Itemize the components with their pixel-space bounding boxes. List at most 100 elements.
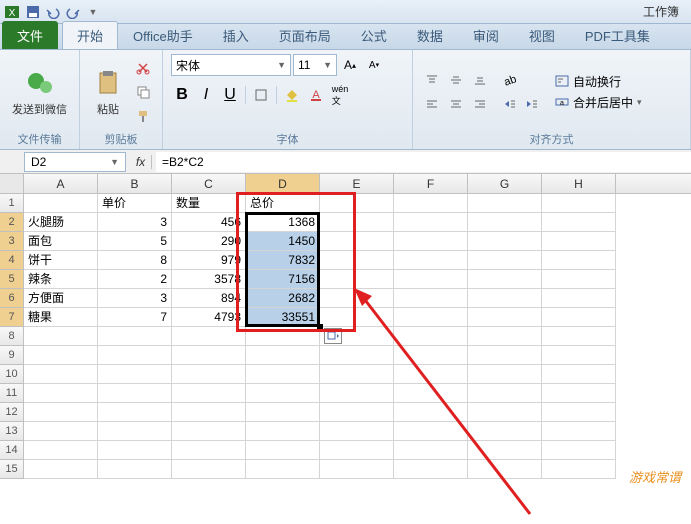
row-header[interactable]: 5 <box>0 270 24 289</box>
cell[interactable] <box>98 346 172 365</box>
cell[interactable] <box>394 308 468 327</box>
cell[interactable]: 饼干 <box>24 251 98 270</box>
select-all-corner[interactable] <box>0 174 24 193</box>
cell[interactable] <box>542 270 616 289</box>
row-header[interactable]: 15 <box>0 460 24 479</box>
col-header-h[interactable]: H <box>542 174 616 193</box>
cell[interactable]: 7156 <box>246 270 320 289</box>
row-header[interactable]: 14 <box>0 441 24 460</box>
cell[interactable]: 方便面 <box>24 289 98 308</box>
cell[interactable] <box>468 308 542 327</box>
col-header-g[interactable]: G <box>468 174 542 193</box>
col-header-e[interactable]: E <box>320 174 394 193</box>
cell[interactable] <box>172 460 246 479</box>
font-size-select[interactable]: 11▼ <box>293 54 337 76</box>
cell[interactable] <box>542 460 616 479</box>
cell[interactable] <box>24 441 98 460</box>
cell[interactable] <box>24 327 98 346</box>
cell[interactable] <box>24 194 98 213</box>
cell[interactable]: 5 <box>98 232 172 251</box>
name-box[interactable]: D2▼ <box>24 152 126 172</box>
fill-color-icon[interactable] <box>281 84 303 106</box>
cell[interactable] <box>24 460 98 479</box>
col-header-d[interactable]: D <box>246 174 320 193</box>
cell[interactable]: 糖果 <box>24 308 98 327</box>
cell[interactable] <box>468 441 542 460</box>
qat-dropdown-icon[interactable]: ▼ <box>84 3 102 21</box>
cell[interactable] <box>24 403 98 422</box>
row-header[interactable]: 12 <box>0 403 24 422</box>
cell[interactable]: 894 <box>172 289 246 308</box>
col-header-f[interactable]: F <box>394 174 468 193</box>
cell[interactable]: 979 <box>172 251 246 270</box>
cell[interactable] <box>320 289 394 308</box>
align-right-icon[interactable] <box>469 93 491 115</box>
cell[interactable] <box>468 289 542 308</box>
cell[interactable] <box>172 422 246 441</box>
row-header[interactable]: 3 <box>0 232 24 251</box>
cell[interactable] <box>542 327 616 346</box>
cell[interactable] <box>542 365 616 384</box>
align-left-icon[interactable] <box>421 93 443 115</box>
cell[interactable] <box>542 346 616 365</box>
cell[interactable] <box>468 422 542 441</box>
decrease-font-icon[interactable]: A▾ <box>363 54 385 76</box>
cell[interactable] <box>468 346 542 365</box>
cell[interactable] <box>246 441 320 460</box>
cell[interactable] <box>320 232 394 251</box>
redo-icon[interactable] <box>64 3 82 21</box>
col-header-a[interactable]: A <box>24 174 98 193</box>
cell[interactable] <box>320 270 394 289</box>
tab-view[interactable]: 视图 <box>514 21 570 49</box>
cell[interactable] <box>24 346 98 365</box>
align-center-icon[interactable] <box>445 93 467 115</box>
tab-office-assistant[interactable]: Office助手 <box>118 21 208 49</box>
row-header[interactable]: 1 <box>0 194 24 213</box>
cell[interactable] <box>98 327 172 346</box>
align-middle-icon[interactable] <box>445 69 467 91</box>
underline-button[interactable]: U <box>219 84 241 106</box>
save-icon[interactable] <box>24 3 42 21</box>
align-bottom-icon[interactable] <box>469 69 491 91</box>
cell[interactable]: 总价 <box>246 194 320 213</box>
tab-file[interactable]: 文件 <box>2 21 58 49</box>
cell[interactable]: 3 <box>98 289 172 308</box>
cell[interactable] <box>24 384 98 403</box>
cell[interactable]: 面包 <box>24 232 98 251</box>
cell[interactable] <box>394 213 468 232</box>
cell[interactable]: 火腿肠 <box>24 213 98 232</box>
cell[interactable] <box>394 422 468 441</box>
cell[interactable] <box>98 403 172 422</box>
cell[interactable] <box>394 251 468 270</box>
cell[interactable] <box>394 232 468 251</box>
cell[interactable]: 1450 <box>246 232 320 251</box>
cell[interactable]: 3578 <box>172 270 246 289</box>
wrap-text-button[interactable]: 自动换行 <box>555 73 642 90</box>
row-header[interactable]: 8 <box>0 327 24 346</box>
row-header[interactable]: 9 <box>0 346 24 365</box>
cell[interactable] <box>320 422 394 441</box>
cell[interactable] <box>320 308 394 327</box>
cell[interactable]: 8 <box>98 251 172 270</box>
cell[interactable] <box>542 403 616 422</box>
cell[interactable] <box>394 346 468 365</box>
cell[interactable] <box>394 327 468 346</box>
cell[interactable] <box>172 346 246 365</box>
row-header[interactable]: 2 <box>0 213 24 232</box>
tab-home[interactable]: 开始 <box>62 21 118 49</box>
cell[interactable] <box>468 403 542 422</box>
cell[interactable] <box>542 308 616 327</box>
cell[interactable] <box>98 460 172 479</box>
cell[interactable] <box>246 327 320 346</box>
cell[interactable] <box>394 403 468 422</box>
row-header[interactable]: 10 <box>0 365 24 384</box>
tab-formulas[interactable]: 公式 <box>346 21 402 49</box>
fx-icon[interactable]: fx <box>130 155 152 169</box>
bold-button[interactable]: B <box>171 84 193 106</box>
cell[interactable]: 456 <box>172 213 246 232</box>
cell[interactable] <box>468 460 542 479</box>
cell[interactable] <box>468 213 542 232</box>
border-icon[interactable] <box>250 84 272 106</box>
cell[interactable]: 33551 <box>246 308 320 327</box>
cell[interactable] <box>542 194 616 213</box>
